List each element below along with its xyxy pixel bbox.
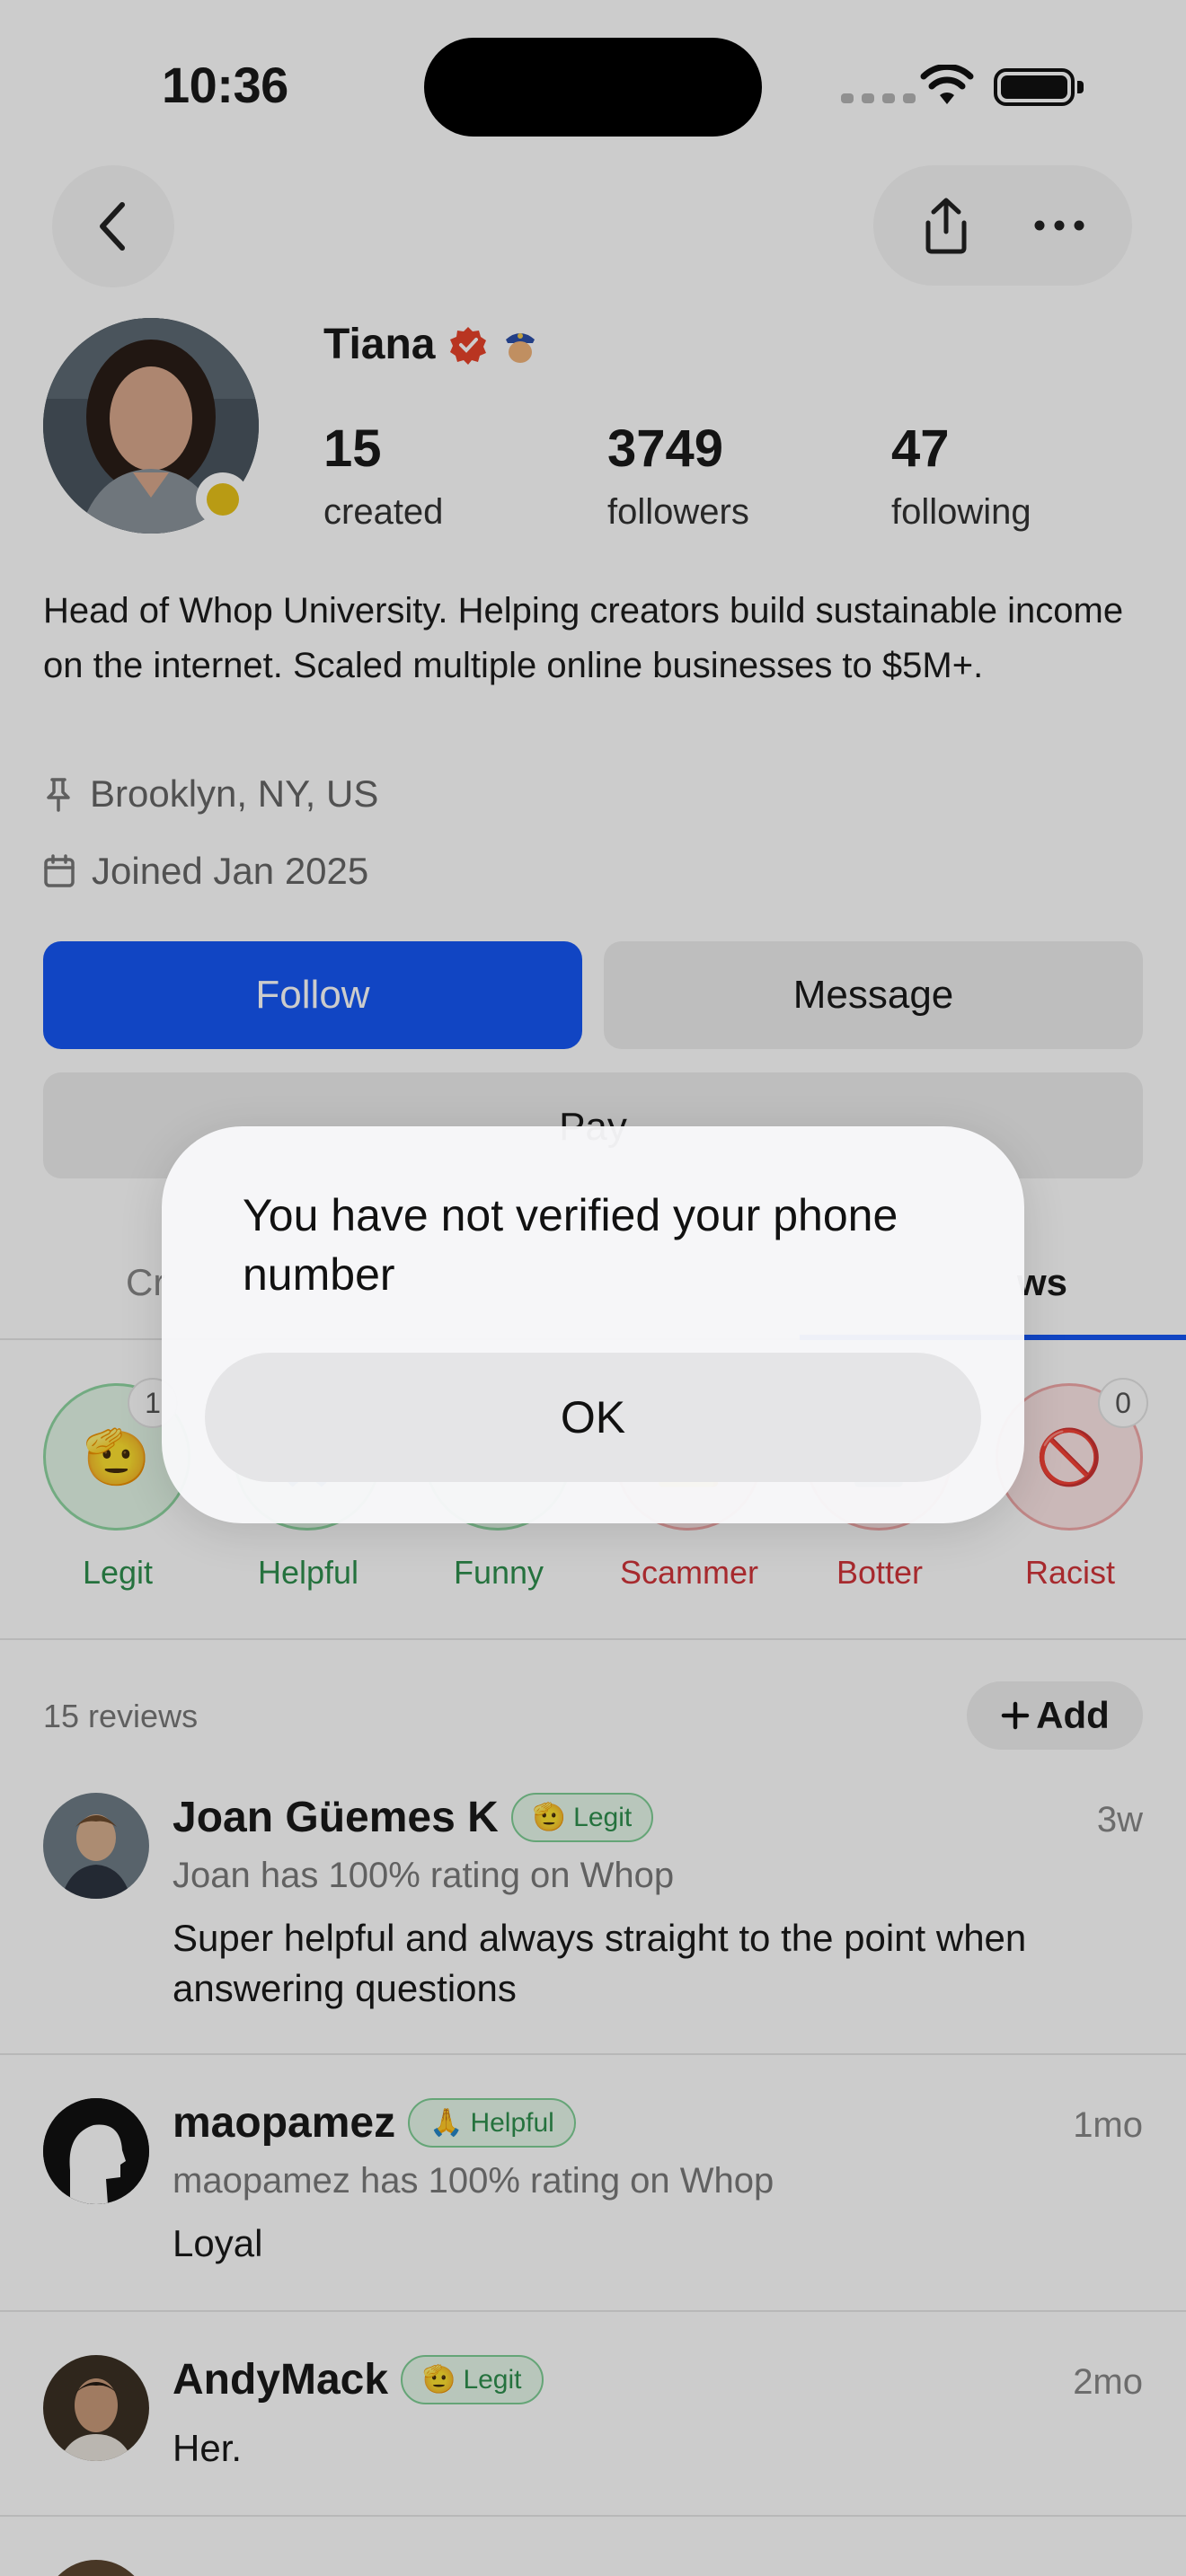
alert-dialog: You have not verified your phone number … bbox=[162, 1126, 1024, 1523]
alert-ok-button[interactable]: OK bbox=[205, 1353, 981, 1482]
alert-message: You have not verified your phone number bbox=[243, 1190, 898, 1300]
